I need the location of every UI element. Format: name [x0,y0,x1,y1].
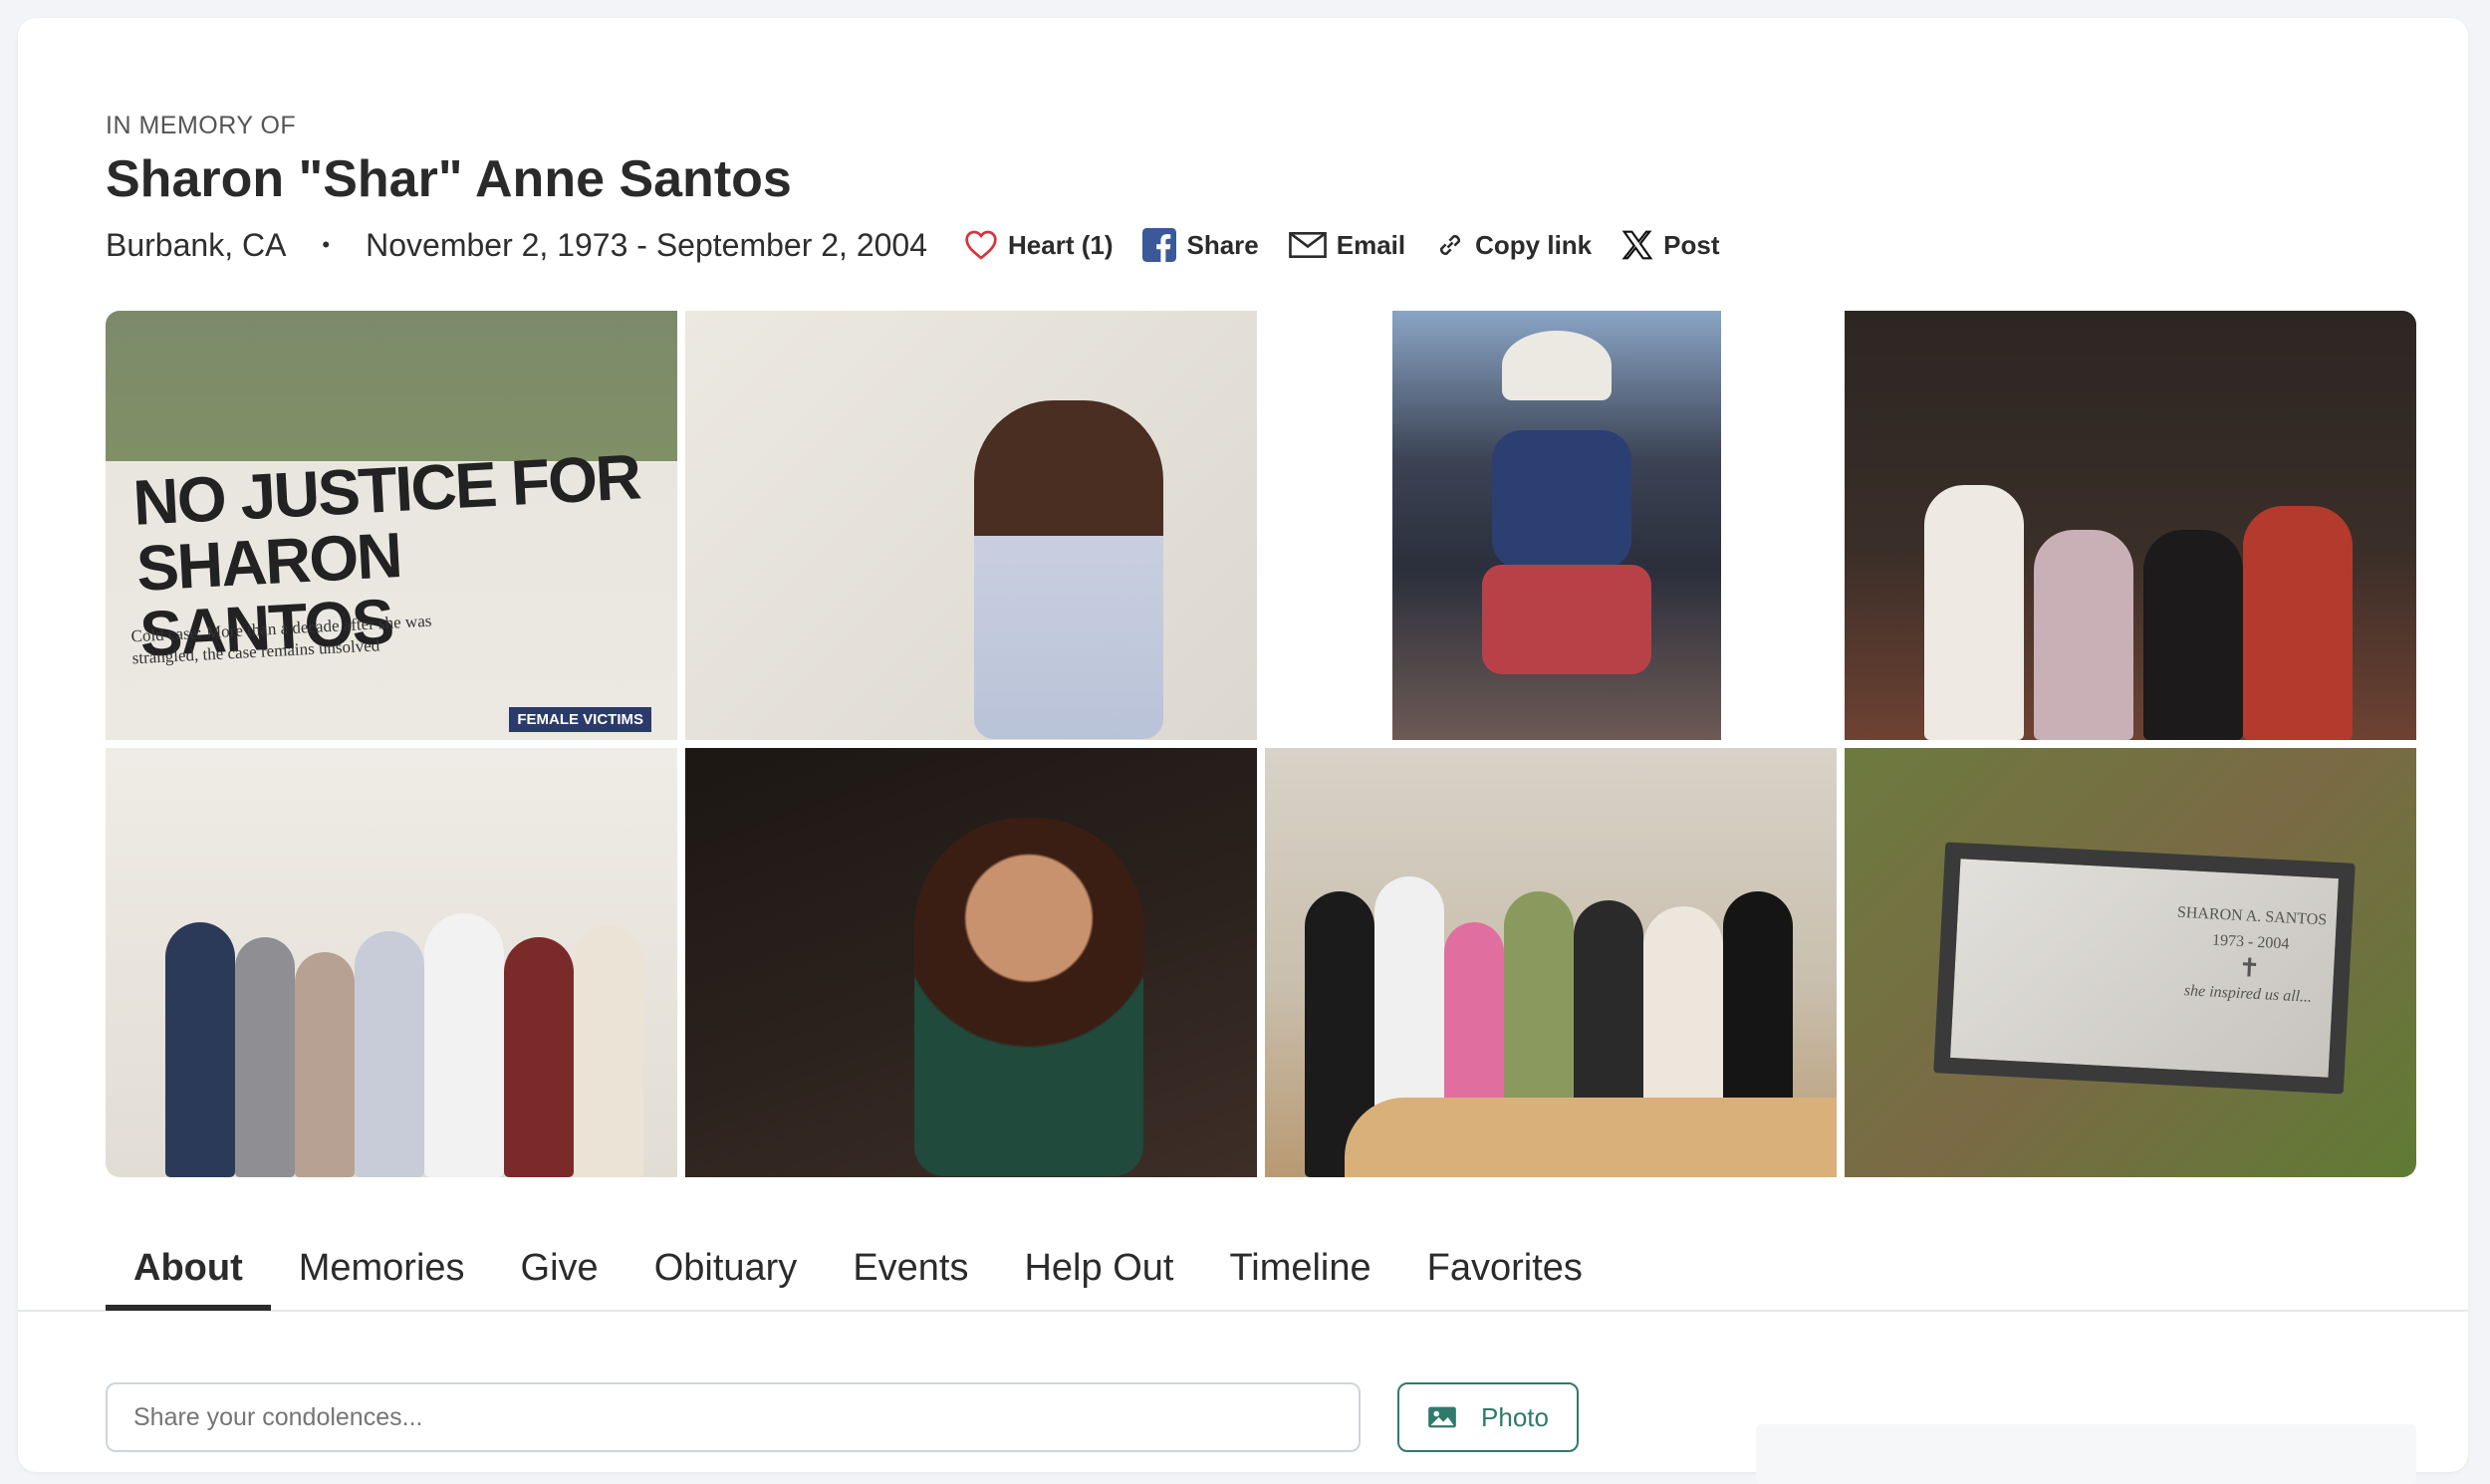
section-tabs: About Memories Give Obituary Events Help… [106,1243,1611,1313]
meta-row: Burbank, CA • November 2, 1973 - Septemb… [106,222,927,268]
person [504,936,574,1177]
photo-newspaper-clipping[interactable]: NO JUSTICE FOR SHARON SANTOS Cold case: … [106,311,677,740]
add-photo-button[interactable]: Photo [1397,1382,1579,1452]
person [424,912,504,1177]
photo-subject [914,818,1143,1176]
separator-dot: • [322,232,331,257]
tab-obituary[interactable]: Obituary [626,1243,826,1311]
location: Burbank, CA [106,226,287,263]
share-actions: Heart (1) Share Email Copy link Post [964,222,1719,268]
tab-events[interactable]: Events [825,1243,996,1311]
child-pants [1482,565,1651,674]
heart-button[interactable]: Heart (1) [964,230,1113,261]
person [355,930,424,1177]
x-logo-icon [1621,230,1653,260]
link-icon [1440,234,1461,256]
sidebar-panel [1756,1424,2416,1484]
photo-grave-marker[interactable]: SHARON A. SANTOS 1973 - 2004 ✝ she inspi… [1845,748,2416,1177]
person [165,921,235,1177]
photo-childhood[interactable] [1265,311,1837,740]
tab-help-out[interactable]: Help Out [996,1243,1201,1311]
email-label: Email [1336,229,1406,260]
photo-button-label: Photo [1481,1401,1549,1432]
photo-restaurant-group[interactable] [1265,748,1837,1177]
tab-favorites[interactable]: Favorites [1399,1243,1611,1311]
facebook-icon [1142,228,1177,262]
person [2243,505,2353,740]
grave-stone: SHARON A. SANTOS 1973 - 2004 ✝ she inspi… [1933,842,2356,1095]
image-icon [1428,1406,1456,1428]
condolence-input[interactable] [106,1382,1361,1452]
photo-family-couch[interactable] [1845,311,2416,740]
restaurant-counter [1345,1098,1837,1177]
share-label: Share [1186,229,1259,260]
memorial-card: IN MEMORY OF Sharon "Shar" Anne Santos B… [18,18,2468,1484]
photo-subject [974,400,1163,739]
person [1924,484,2024,740]
heart-label: Heart (1) [1008,229,1114,260]
photo-portrait-restaurant[interactable] [685,748,1257,1177]
copy-link-button[interactable]: Copy link [1435,230,1592,261]
photo-childhood-image [1392,311,1721,740]
post-button[interactable]: Post [1621,229,1719,261]
people-group [1845,439,2416,740]
child-sweater [1492,430,1631,570]
photo-gallery: NO JUSTICE FOR SHARON SANTOS Cold case: … [106,311,2416,1177]
photo-handprint-wall[interactable] [685,311,1257,740]
person [295,951,355,1177]
person [235,936,295,1177]
person [2143,529,2243,740]
tab-timeline[interactable]: Timeline [1201,1243,1398,1311]
post-label: Post [1663,229,1720,260]
email-icon [1288,231,1327,259]
people-group [106,876,677,1177]
share-button[interactable]: Share [1142,228,1259,262]
page-title: Sharon "Shar" Anne Santos [106,150,792,208]
tab-about[interactable]: About [106,1243,271,1311]
copy-link-label: Copy link [1475,229,1593,260]
in-memory-label: IN MEMORY OF [106,112,297,139]
heart-icon [965,230,997,260]
newspaper-tag: FEMALE VICTIMS [509,707,651,732]
person [574,924,643,1177]
tab-give[interactable]: Give [493,1243,626,1311]
life-dates: November 2, 1973 - September 2, 2004 [366,226,928,263]
grave-text: SHARON A. SANTOS 1973 - 2004 ✝ she inspi… [2172,900,2328,1012]
photo-group-wall[interactable] [106,748,677,1177]
person [2034,529,2133,740]
tab-memories[interactable]: Memories [271,1243,493,1311]
email-button[interactable]: Email [1288,229,1406,261]
sailor-hat [1502,331,1612,400]
